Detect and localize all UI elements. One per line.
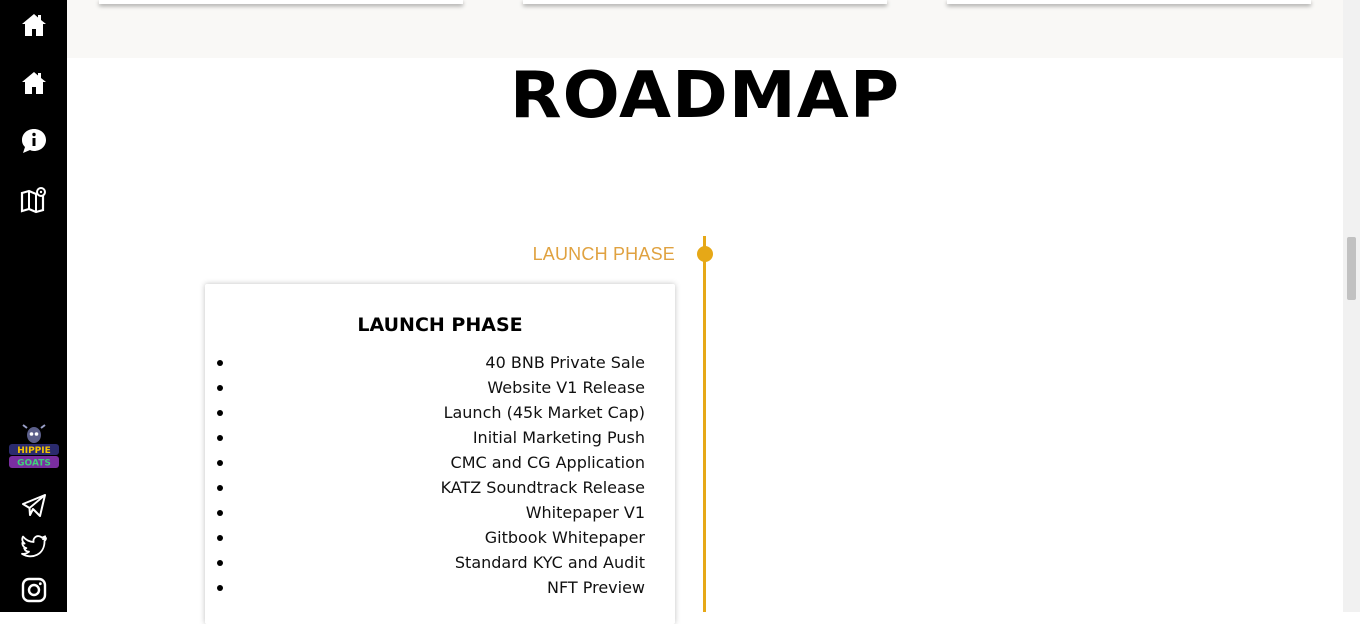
list-item: Launch (45k Market Cap) [205,400,675,425]
list-item: Initial Marketing Push [205,425,675,450]
list-item: Whitepaper V1 [205,500,675,525]
telegram-icon[interactable] [17,488,51,522]
list-item-text: Gitbook Whitepaper [484,528,645,547]
instagram-icon[interactable] [17,573,51,607]
bullet [217,460,223,466]
list-item-text: Standard KYC and Audit [454,553,645,572]
list-item-text: 40 BNB Private Sale [485,353,645,372]
list-item-text: Launch (45k Market Cap) [443,403,645,422]
list-item: Gitbook Whitepaper [205,525,675,550]
map-icon[interactable] [17,183,51,217]
roadmap-title: ROADMAP [509,59,901,133]
list-item-text: Website V1 Release [487,378,645,397]
bullet [217,435,223,441]
bullet [217,585,223,591]
bullet [217,360,223,366]
list-item: CMC and CG Application [205,450,675,475]
list-item-text: Whitepaper V1 [525,503,645,522]
phase-items-list: 40 BNB Private Sale Website V1 Release L… [205,350,675,600]
scrollbar[interactable] [1343,0,1360,612]
bullet [217,385,223,391]
timeline-line [703,236,706,612]
home-icon[interactable] [17,8,51,42]
phase-card-title: LAUNCH PHASE [357,314,523,336]
list-item-text: NFT Preview [546,578,645,597]
svg-text:GOATS: GOATS [17,459,51,469]
hippie-goats-logo: HIPPIE GOATS [7,424,61,470]
bullet [217,410,223,416]
card [947,0,1311,4]
list-item-text: KATZ Soundtrack Release [440,478,645,497]
card [523,0,887,4]
list-item: NFT Preview [205,575,675,600]
list-item-text: Initial Marketing Push [472,428,645,447]
list-item: 40 BNB Private Sale [205,350,675,375]
scrollbar-thumb[interactable] [1347,237,1356,300]
timeline-dot [697,246,713,262]
list-item-text: CMC and CG Application [450,453,645,472]
card [99,0,463,4]
bullet [217,485,223,491]
phase-label: LAUNCH PHASE [532,244,675,264]
phase-card: LAUNCH PHASE 40 BNB Private Sale Website… [205,284,675,624]
previous-section [67,0,1343,58]
svg-text:HIPPIE: HIPPIE [17,446,51,456]
list-item: Website V1 Release [205,375,675,400]
list-item: Standard KYC and Audit [205,550,675,575]
bullet [217,535,223,541]
bullet [217,510,223,516]
list-item: KATZ Soundtrack Release [205,475,675,500]
twitter-icon[interactable] [17,530,51,564]
bullet [217,560,223,566]
